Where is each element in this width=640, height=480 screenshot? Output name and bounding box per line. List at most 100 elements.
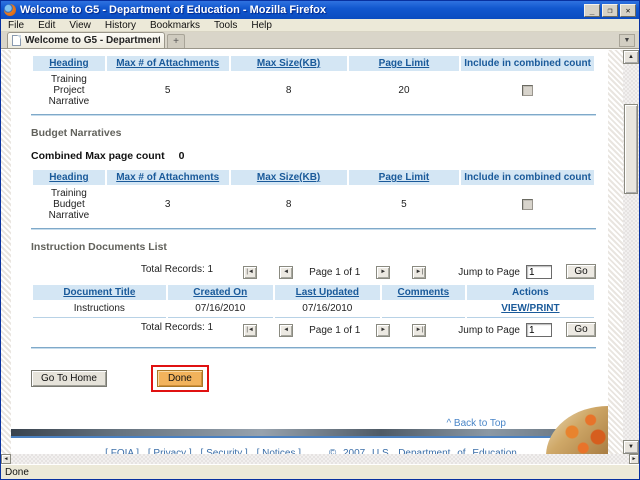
prev-page-button[interactable]: ◄	[279, 266, 294, 279]
tab-list-dropdown-icon[interactable]: ▼	[619, 33, 635, 47]
jump-to-page-input[interactable]	[526, 265, 552, 279]
cell-comments	[381, 300, 465, 318]
divider	[31, 228, 596, 230]
cell-include	[461, 71, 594, 110]
menu-file[interactable]: File	[1, 20, 31, 31]
classroom-chairs-image	[546, 406, 608, 454]
cell-size: 8	[230, 71, 347, 110]
status-bar: Done	[1, 464, 639, 479]
tab-title: Welcome to G5 - Department of Edu...	[25, 35, 160, 46]
go-to-home-button[interactable]: Go To Home	[31, 370, 107, 387]
cell-updated: 07/16/2010	[274, 300, 380, 318]
combined-max-page-count: Combined Max page count 0	[31, 150, 185, 162]
include-checkbox[interactable]	[522, 85, 534, 96]
first-page-button[interactable]: |◄	[243, 266, 258, 279]
back-to-top-link[interactable]: ^ Back to Top	[446, 418, 506, 429]
foia-link[interactable]: [ FOIA ]	[105, 448, 139, 454]
project-narrative-table: Heading Max # of Attachments Max Size(KB…	[31, 56, 596, 110]
page-indicator: Page 1 of 1	[309, 325, 361, 336]
col-max-size[interactable]: Max Size(KB)	[230, 170, 347, 185]
cell-limit: 20	[348, 71, 460, 110]
col-include-combined: Include in combined count	[461, 170, 594, 185]
table-row: Training Project Narrative 5 8 20	[33, 71, 594, 110]
cell-attachments: 5	[106, 71, 229, 110]
col-heading[interactable]: Heading	[33, 56, 105, 71]
cell-heading: Training Project Narrative	[33, 71, 105, 110]
col-last-updated[interactable]: Last Updated	[274, 285, 380, 300]
bottom-banner: [ FOIA ] [ Privacy ] [ Security ] [ Noti…	[11, 406, 608, 454]
col-page-limit[interactable]: Page Limit	[348, 56, 460, 71]
cell-created: 07/16/2010	[167, 300, 273, 318]
page-indicator: Page 1 of 1	[309, 267, 361, 278]
menu-view[interactable]: View	[62, 20, 98, 31]
menu-help[interactable]: Help	[244, 20, 279, 31]
total-records: Total Records: 1	[140, 322, 214, 333]
page-right-margin	[608, 50, 623, 454]
first-page-button[interactable]: |◄	[243, 324, 258, 337]
page-icon	[12, 35, 21, 46]
menu-bookmarks[interactable]: Bookmarks	[143, 20, 207, 31]
col-max-attachments[interactable]: Max # of Attachments	[106, 56, 229, 71]
vertical-scrollbar-thumb[interactable]	[624, 104, 638, 194]
instruction-documents-table: Document Title Created On Last Updated C…	[31, 285, 596, 318]
horizontal-scrollbar[interactable]: ◄ ►	[1, 454, 639, 464]
window-title: Welcome to G5 - Department of Education …	[20, 4, 326, 16]
document-row: Instructions 07/16/2010 07/16/2010 VIEW/…	[33, 300, 594, 318]
scroll-left-button[interactable]: ◄	[1, 454, 11, 464]
title-bar: Welcome to G5 - Department of Education …	[1, 1, 639, 19]
last-page-button[interactable]: ►|	[412, 324, 427, 337]
scroll-down-button[interactable]: ▼	[623, 440, 639, 454]
tab-welcome-g5[interactable]: Welcome to G5 - Department of Edu...	[7, 32, 165, 48]
notices-link[interactable]: [ Notices ]	[257, 448, 301, 454]
budget-narratives-label: Budget Narratives	[31, 127, 122, 139]
view-print-link[interactable]: VIEW/PRINT	[501, 303, 559, 314]
col-max-size[interactable]: Max Size(KB)	[230, 56, 347, 71]
cell-title: Instructions	[33, 300, 166, 318]
col-comments[interactable]: Comments	[381, 285, 465, 300]
col-heading[interactable]: Heading	[33, 170, 105, 185]
done-button[interactable]: Done	[156, 370, 203, 387]
col-page-limit[interactable]: Page Limit	[348, 170, 460, 185]
cell-include	[461, 185, 594, 224]
prev-page-button[interactable]: ◄	[279, 324, 294, 337]
close-button[interactable]: ✕	[620, 3, 636, 17]
scroll-up-button[interactable]: ▲	[623, 50, 639, 64]
vertical-scrollbar[interactable]: ▲ ▼	[623, 50, 639, 454]
scroll-right-button[interactable]: ►	[629, 454, 639, 464]
menu-tools[interactable]: Tools	[207, 20, 244, 31]
budget-narrative-table: Heading Max # of Attachments Max Size(KB…	[31, 170, 596, 224]
tab-bar: Welcome to G5 - Department of Edu... + ▼	[1, 32, 639, 49]
privacy-link[interactable]: [ Privacy ]	[148, 448, 192, 454]
menu-edit[interactable]: Edit	[31, 20, 62, 31]
last-page-button[interactable]: ►|	[412, 266, 427, 279]
col-max-attachments[interactable]: Max # of Attachments	[106, 170, 229, 185]
browser-window: Welcome to G5 - Department of Education …	[0, 0, 640, 480]
divider	[31, 347, 596, 349]
new-tab-button[interactable]: +	[167, 34, 185, 48]
content-viewport: Heading Max # of Attachments Max Size(KB…	[1, 49, 639, 454]
go-button[interactable]: Go	[566, 322, 596, 337]
cell-limit: 5	[348, 185, 460, 224]
include-checkbox[interactable]	[522, 199, 534, 210]
cell-heading: Training Budget Narrative	[33, 185, 105, 224]
col-document-title[interactable]: Document Title	[33, 285, 166, 300]
menu-history[interactable]: History	[98, 20, 143, 31]
table-row: Training Budget Narrative 3 8 5	[33, 185, 594, 224]
page-left-margin	[1, 50, 11, 454]
cell-size: 8	[230, 185, 347, 224]
security-link[interactable]: [ Security ]	[201, 448, 248, 454]
cell-action: VIEW/PRINT	[466, 300, 594, 318]
restore-button[interactable]: ❐	[602, 3, 618, 17]
next-page-button[interactable]: ►	[376, 266, 391, 279]
go-button[interactable]: Go	[566, 264, 596, 279]
minimize-button[interactable]: _	[584, 3, 600, 17]
action-buttons: Go To Home Done	[31, 365, 596, 392]
total-records: Total Records: 1	[140, 264, 214, 275]
jump-to-page-input[interactable]	[526, 323, 552, 337]
copyright-text: © 2007 U.S. Department of Education	[328, 448, 517, 454]
jump-to-page-label: Jump to Page	[458, 267, 520, 278]
next-page-button[interactable]: ►	[376, 324, 391, 337]
col-created-on[interactable]: Created On	[167, 285, 273, 300]
divider	[31, 114, 596, 116]
jump-to-page-label: Jump to Page	[458, 325, 520, 336]
